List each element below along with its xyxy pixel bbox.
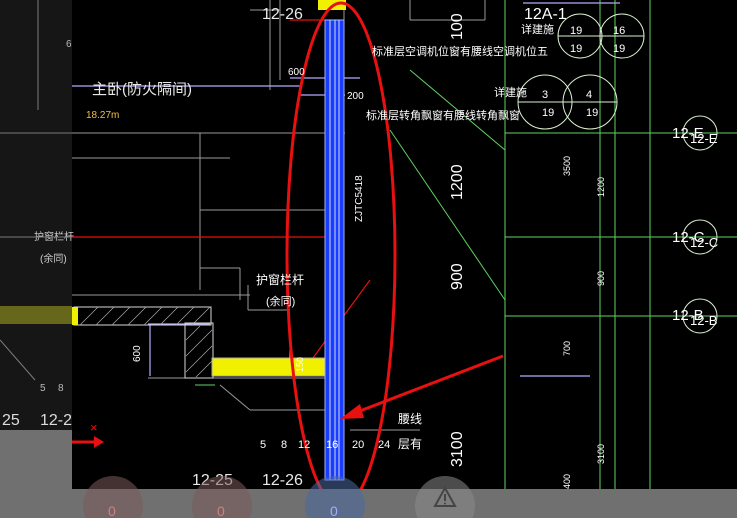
cad-drawing-canvas[interactable]: 12-26 12A-1 详建施 标准层空调机位窗有腰线空调机位五 详建施 标准层… xyxy=(72,0,737,489)
left-background-panel xyxy=(0,0,75,430)
dim-600-top: 600 xyxy=(288,67,305,78)
dim-1200: 1200 xyxy=(449,164,466,200)
dim-200: 200 xyxy=(347,91,364,102)
dim-600-left: 600 xyxy=(132,345,143,362)
railing-label: 护窗栏杆 xyxy=(256,272,304,287)
scale-5: 5 xyxy=(260,439,266,451)
dimension-lines xyxy=(72,2,620,377)
scale-8: 8 xyxy=(281,439,287,451)
window-element[interactable] xyxy=(324,19,345,481)
yellow-sill xyxy=(211,357,328,377)
floor-label: 层有 xyxy=(398,437,422,451)
waistline-label: 腰线 xyxy=(398,412,422,426)
scale-12: 12 xyxy=(298,439,310,451)
grid-12a-1: 12A-1 xyxy=(524,6,567,23)
room-area: 18.27m xyxy=(86,110,119,121)
dim-1200-r: 1200 xyxy=(596,177,606,197)
bubble-19-a: 19 xyxy=(570,25,582,37)
dim-3100: 3100 xyxy=(449,431,466,467)
dim-700: 700 xyxy=(562,341,572,356)
railing-sub: (余同) xyxy=(266,294,295,308)
grid-12-26-bottom: 12-26 xyxy=(262,472,303,489)
annotation-arrow xyxy=(340,354,504,419)
dim-3100-r: 3100 xyxy=(596,444,606,464)
note-ac-unit: 标准层空调机位窗有腰线空调机位五 xyxy=(372,44,548,58)
dim-150: 150 xyxy=(295,357,305,372)
grid-lines xyxy=(195,0,737,489)
scale-24: 24 xyxy=(378,439,390,451)
detail-label-2: 详建施 xyxy=(494,85,527,99)
grid-12e-b: 12-E xyxy=(690,131,718,146)
window-code: ZJTC5418 xyxy=(354,175,365,222)
room-name: 主卧(防火隔间) xyxy=(92,81,192,98)
grid-12-26-top: 12-26 xyxy=(262,6,303,23)
dim-top-partial: 100 xyxy=(449,13,466,40)
note-corner-bay: 标准层转角飘窗有腰线转角飘窗 xyxy=(366,108,520,122)
dim-400: 400 xyxy=(562,474,572,489)
bubble-19-e: 19 xyxy=(586,107,598,119)
hatched-slab xyxy=(72,306,214,379)
dim-900-r: 900 xyxy=(596,271,606,286)
grid-12-25-bottom: 12-25 xyxy=(192,472,233,489)
dim-900: 900 xyxy=(449,263,466,290)
scale-20: 20 xyxy=(352,439,364,451)
detail-label-1: 详建施 xyxy=(521,22,554,36)
scale-16: 16 xyxy=(326,439,338,451)
grid-12c-b: 12-C xyxy=(690,235,718,250)
dim-3500: 3500 xyxy=(562,156,572,176)
bubble-4: 4 xyxy=(586,89,592,101)
bubble-19-d: 19 xyxy=(542,107,554,119)
bubble-19-b: 19 xyxy=(570,43,582,55)
bubble-19-c: 19 xyxy=(613,43,625,55)
bubble-16: 16 xyxy=(613,25,625,37)
cad-drawing: 12-26 12A-1 详建施 标准层空调机位窗有腰线空调机位五 详建施 标准层… xyxy=(72,0,737,489)
detail-bubbles xyxy=(517,13,718,334)
grid-12b-b: 12-B xyxy=(690,313,717,328)
bubble-3: 3 xyxy=(542,89,548,101)
